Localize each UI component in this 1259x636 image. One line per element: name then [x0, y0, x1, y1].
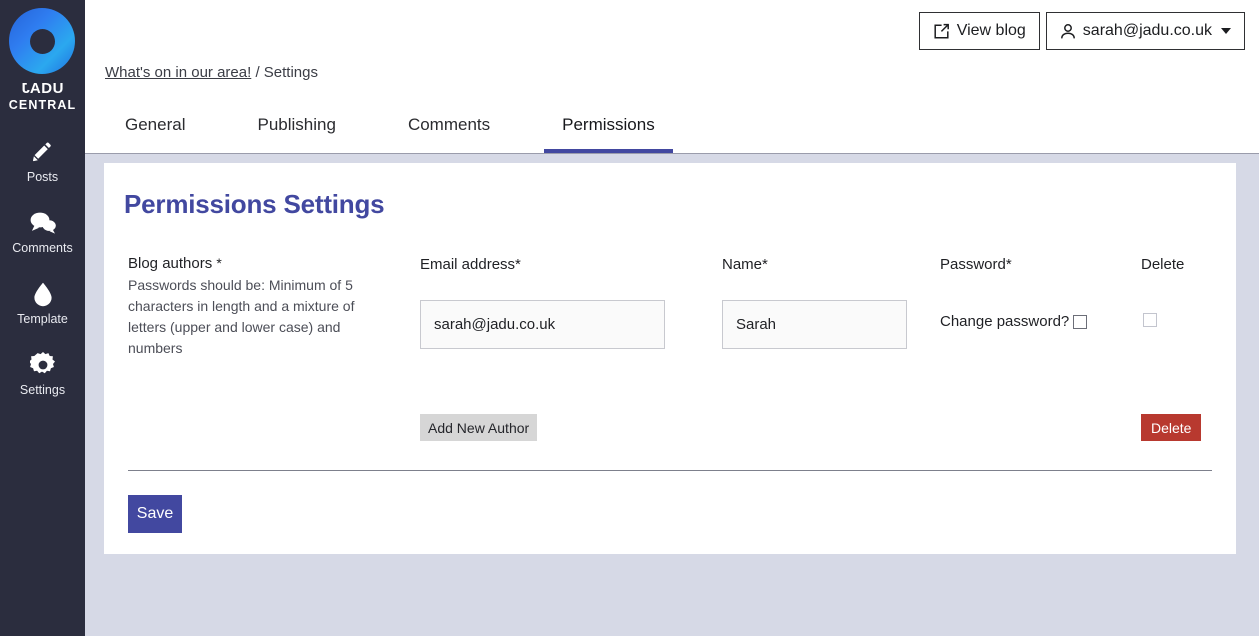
password-column: Password* Change password?	[940, 255, 1130, 330]
account-email-label: sarah@jadu.co.uk	[1082, 22, 1212, 39]
brand-logo[interactable]: JADU CENTRAL	[9, 8, 76, 113]
blog-authors-label-text: Blog authors	[128, 255, 213, 272]
tab-permissions[interactable]: Permissions	[544, 115, 673, 153]
breadcrumb-current: Settings	[263, 64, 318, 81]
blog-authors-form: Blog authors * Passwords should be: Mini…	[124, 255, 1216, 470]
section-divider	[128, 470, 1212, 471]
card-inner: Permissions Settings Blog authors * Pass…	[104, 163, 1236, 533]
pencil-icon	[31, 139, 55, 165]
brand-line-1: JADU	[21, 80, 64, 97]
email-column-header: Email address*	[420, 256, 521, 273]
sidebar-item-settings[interactable]: Settings	[0, 352, 85, 397]
tab-publishing[interactable]: Publishing	[239, 115, 353, 153]
page-title: Permissions Settings	[124, 189, 385, 219]
name-input[interactable]	[722, 300, 907, 349]
view-blog-label: View blog	[956, 22, 1026, 39]
content-area: View blog sarah@jadu.co.uk What's on in …	[85, 0, 1259, 636]
tab-general[interactable]: General	[107, 115, 203, 153]
gear-icon	[29, 352, 56, 378]
name-column-header: Name*	[722, 256, 768, 273]
sidebar-item-comments[interactable]: Comments	[0, 210, 85, 255]
droplet-icon	[33, 281, 53, 307]
top-bar-actions: View blog sarah@jadu.co.uk	[918, 12, 1245, 50]
password-help-text: Passwords should be: Minimum of 5 charac…	[128, 277, 355, 356]
delete-checkbox-wrap	[1141, 313, 1246, 327]
logo-hole	[29, 28, 55, 54]
delete-column: Delete	[1141, 255, 1246, 327]
brand-line-2: CENTRAL	[8, 98, 77, 112]
sidebar-item-template[interactable]: Template	[0, 281, 85, 326]
blog-authors-label: Blog authors *	[128, 255, 380, 272]
change-password-row: Change password?	[940, 313, 1130, 330]
delete-row-checkbox[interactable]	[1143, 313, 1157, 327]
brand-wordmark: JADU CENTRAL	[8, 80, 77, 113]
required-marker: *	[216, 255, 222, 271]
settings-card: Permissions Settings Blog authors * Pass…	[104, 163, 1236, 554]
name-column: Name*	[722, 255, 907, 349]
delete-row-wrap: Delete	[1141, 381, 1202, 441]
person-icon	[1060, 23, 1076, 40]
comments-icon	[29, 210, 57, 236]
external-link-icon	[933, 23, 950, 40]
email-column: Email address*	[420, 255, 665, 349]
sidebar: JADU CENTRAL Posts Comments Template Set…	[0, 0, 85, 636]
breadcrumb: What's on in our area! / Settings	[105, 64, 318, 81]
change-password-label: Change password?	[940, 313, 1070, 330]
breadcrumb-separator: /	[255, 64, 260, 81]
account-menu-button[interactable]: sarah@jadu.co.uk	[1045, 12, 1245, 50]
jadu-ring-logo	[9, 8, 76, 74]
blog-authors-description: Blog authors * Passwords should be: Mini…	[128, 255, 380, 359]
view-blog-button[interactable]: View blog	[918, 12, 1040, 50]
email-input[interactable]	[420, 300, 665, 349]
password-column-header: Password*	[940, 256, 1012, 273]
sidebar-item-posts[interactable]: Posts	[0, 139, 85, 184]
sidebar-item-label: Posts	[26, 170, 59, 184]
breadcrumb-link[interactable]: What's on in our area!	[105, 64, 251, 81]
top-bar: View blog sarah@jadu.co.uk What's on in …	[85, 0, 1259, 154]
sidebar-item-label: Comments	[12, 241, 73, 255]
sidebar-item-label: Template	[17, 312, 68, 326]
settings-tabs: General Publishing Comments Permissions	[107, 115, 673, 153]
caret-down-icon	[1221, 28, 1231, 34]
delete-column-header: Delete	[1141, 256, 1185, 273]
sidebar-item-label: Settings	[19, 383, 66, 397]
delete-author-button[interactable]: Delete	[1141, 414, 1202, 441]
tab-comments[interactable]: Comments	[390, 115, 508, 153]
change-password-checkbox[interactable]	[1073, 314, 1088, 329]
save-button[interactable]: Save	[128, 495, 182, 533]
add-author-wrap: Add New Author	[420, 381, 538, 441]
app-root: JADU CENTRAL Posts Comments Template Set…	[0, 0, 1259, 636]
add-new-author-button[interactable]: Add New Author	[420, 414, 538, 441]
